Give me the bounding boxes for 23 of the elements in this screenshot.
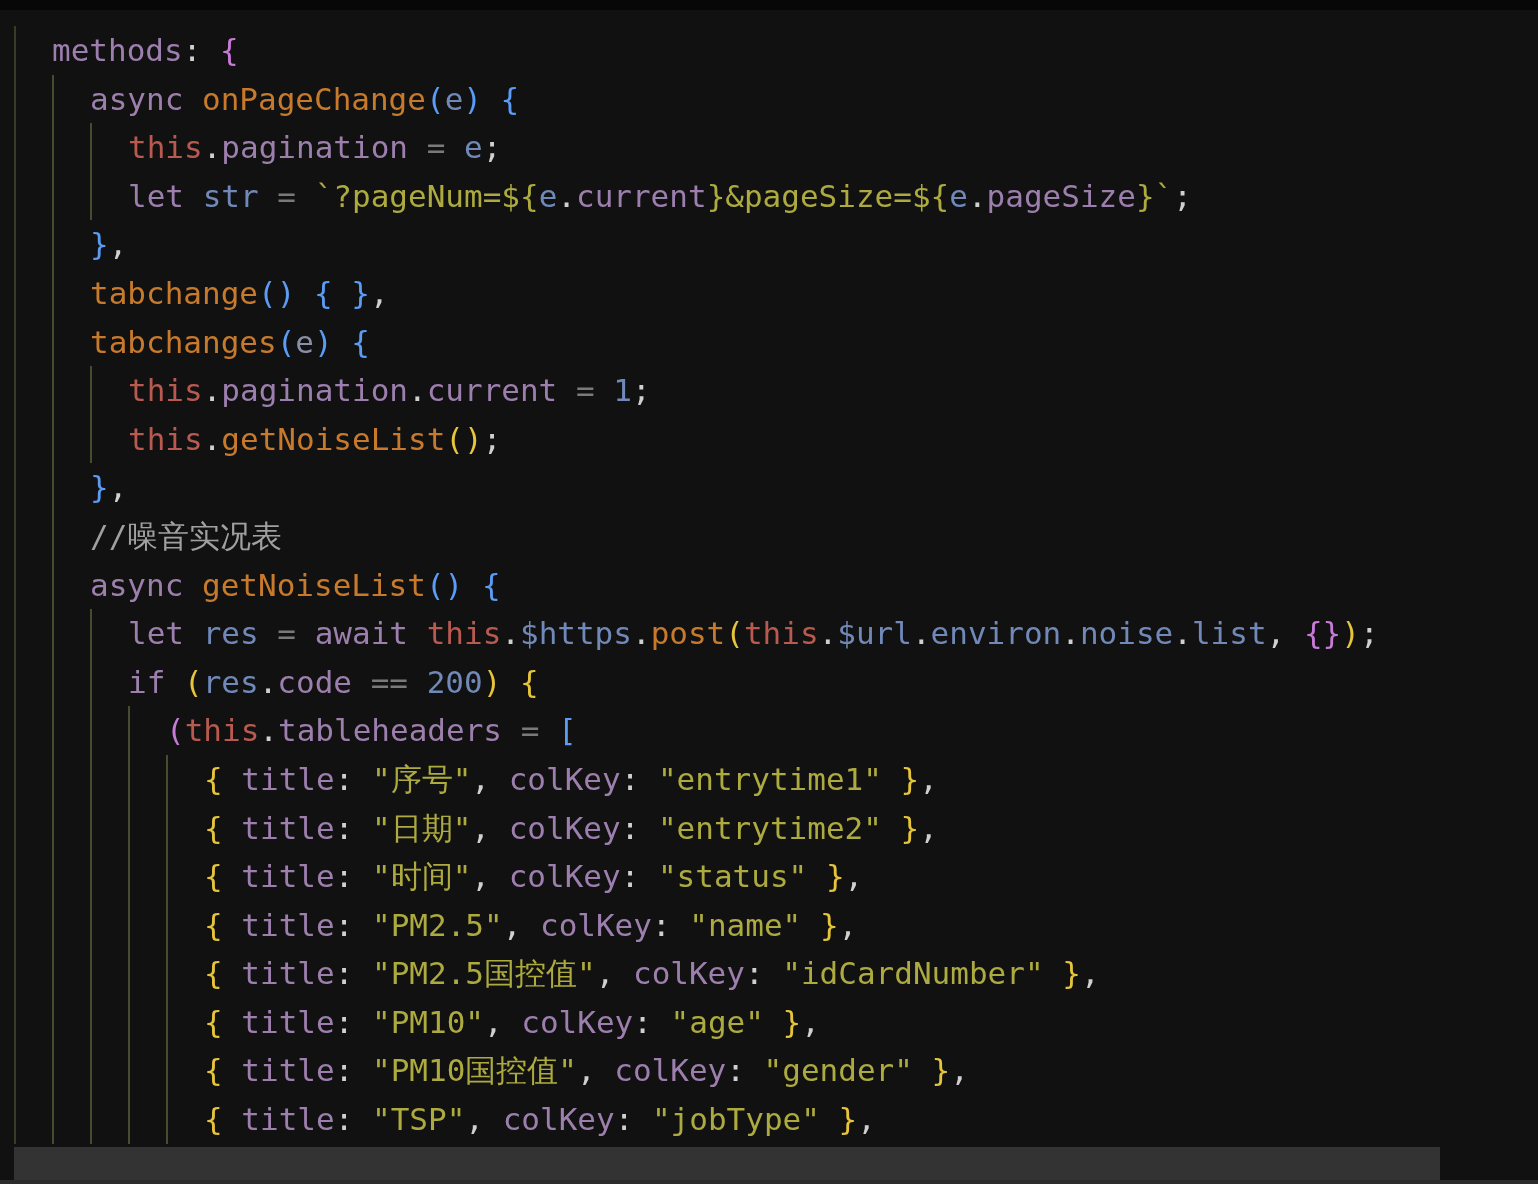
code-line: { title: "PM10国控值", colKey: "gender" }, [204,1051,969,1091]
code-line: { title: "PM2.5", colKey: "name" }, [204,905,858,945]
code-line: //噪音实况表 [90,516,283,556]
code-line: tabchanges(e) { [90,322,370,362]
code-line: { title: "序号", colKey: "entrytime1" }, [204,759,938,799]
code-line: (this.tableheaders = [ [166,711,577,751]
code-line: async getNoiseList() { [90,565,501,605]
code-line: { title: "时间", colKey: "status" }, [204,857,864,897]
code-line: { title: "PM10", colKey: "age" }, [204,1002,820,1042]
code-line: this.getNoiseList(); [128,419,502,459]
code-line: methods: { [52,31,239,70]
code-line: this.pagination.current = 1; [128,371,651,411]
code-line: let res = await this.$https.post(this.$url.environ.noise.list, {}); [128,614,1379,654]
code-line: { title: "PM2.5国控值", colKey: "idCardNumber" }, [204,954,1100,994]
code-line: { title: "日期", colKey: "entrytime2" }, [204,808,938,848]
code-line: { title: "TSP", colKey: "jobType" }, [204,1100,876,1140]
code-line: if (res.code == 200) { [128,662,539,702]
code-line: tabchange() { }, [90,273,389,313]
code-line: }, [90,468,128,508]
code-line: this.pagination = e; [128,128,502,168]
code-line: async onPageChange(e) { [90,79,520,119]
code-line: let str = `?pageNum=${e.current}&pageSize=${e.pageSize}`; [128,176,1192,216]
code-line: }, [90,225,128,265]
